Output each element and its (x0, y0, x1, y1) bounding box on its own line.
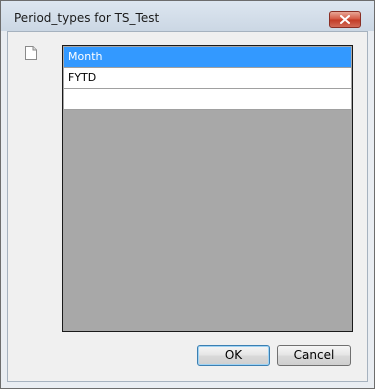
grid-row-label: FYTD (68, 71, 97, 84)
grid-row-fytd[interactable]: FYTD (64, 68, 351, 89)
dialog-window: Period_types for TS_Test Month FYTD OK C… (0, 0, 375, 389)
cancel-button[interactable]: Cancel (277, 345, 351, 366)
grid-row-month[interactable]: Month (64, 47, 351, 68)
close-icon (340, 15, 350, 24)
grid-row-label: Month (68, 50, 103, 63)
grid-row-new[interactable] (64, 89, 351, 110)
close-button[interactable] (329, 11, 361, 28)
window-title: Period_types for TS_Test (14, 11, 160, 25)
document-icon (25, 46, 37, 63)
period-types-grid[interactable]: Month FYTD (62, 45, 353, 332)
title-bar[interactable]: Period_types for TS_Test (1, 1, 374, 31)
ok-button[interactable]: OK (197, 345, 270, 366)
